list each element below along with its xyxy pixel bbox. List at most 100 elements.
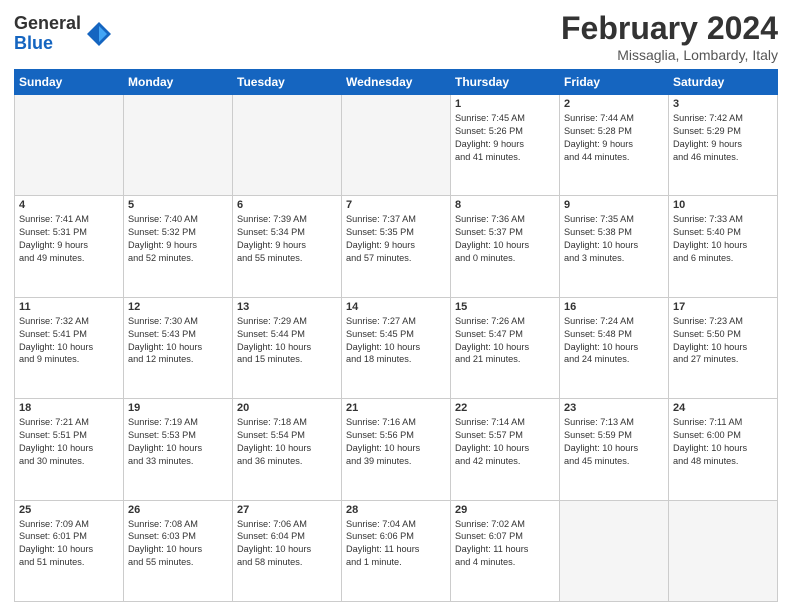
day-number: 28 bbox=[346, 504, 446, 516]
table-row bbox=[560, 500, 669, 601]
table-row: 28 Sunrise: 7:04 AM Sunset: 6:06 PM Dayli… bbox=[342, 500, 451, 601]
day-info: Sunrise: 7:21 AM Sunset: 5:51 PM Dayligh… bbox=[19, 416, 119, 468]
table-row: 2Sunrise: 7:44 AM Sunset: 5:28 PM Daylig… bbox=[560, 95, 669, 196]
calendar-table: Sunday Monday Tuesday Wednesday Thursday… bbox=[14, 69, 778, 602]
day-info: Sunrise: 7:23 AM Sunset: 5:50 PM Dayligh… bbox=[673, 315, 773, 367]
calendar-week-row: 25 Sunrise: 7:09 AM Sunset: 6:01 PM Dayli… bbox=[15, 500, 778, 601]
table-row: 24Sunrise: 7:11 AM Sunset: 6:00 PM Dayli… bbox=[669, 399, 778, 500]
day-info: Sunrise: 7:24 AM Sunset: 5:48 PM Dayligh… bbox=[564, 315, 664, 367]
day-info: Sunrise: 7:36 AM Sunset: 5:37 PM Dayligh… bbox=[455, 213, 555, 265]
title-block: February 2024 Missaglia, Lombardy, Italy bbox=[561, 10, 778, 63]
day-number: 17 bbox=[673, 301, 773, 313]
table-row: 6 Sunrise: 7:39 AM Sunset: 5:34 PM Daylig… bbox=[233, 196, 342, 297]
day-info: Sunrise: 7:37 AM Sunset: 5:35 PM Dayligh… bbox=[346, 213, 446, 265]
page: General Blue February 2024 Missaglia, Lo… bbox=[0, 0, 792, 612]
table-row: 17 Sunrise: 7:23 AM Sunset: 5:50 PM Dayli… bbox=[669, 297, 778, 398]
day-info: Sunrise: 7:09 AM Sunset: 6:01 PM Dayligh… bbox=[19, 518, 119, 570]
table-row: 14Sunrise: 7:27 AM Sunset: 5:45 PM Dayli… bbox=[342, 297, 451, 398]
day-number: 18 bbox=[19, 402, 119, 414]
col-sunday: Sunday bbox=[15, 70, 124, 95]
table-row bbox=[233, 95, 342, 196]
day-number: 27 bbox=[237, 504, 337, 516]
table-row: 11Sunrise: 7:32 AM Sunset: 5:41 PM Dayli… bbox=[15, 297, 124, 398]
table-row: 12 Sunrise: 7:30 AM Sunset: 5:43 PM Dayli… bbox=[124, 297, 233, 398]
table-row: 10 Sunrise: 7:33 AM Sunset: 5:40 PM Dayli… bbox=[669, 196, 778, 297]
calendar-header-row: Sunday Monday Tuesday Wednesday Thursday… bbox=[15, 70, 778, 95]
day-info: Sunrise: 7:08 AM Sunset: 6:03 PM Dayligh… bbox=[128, 518, 228, 570]
table-row: 19 Sunrise: 7:19 AM Sunset: 5:53 PM Dayli… bbox=[124, 399, 233, 500]
day-info: Sunrise: 7:14 AM Sunset: 5:57 PM Dayligh… bbox=[455, 416, 555, 468]
calendar-week-row: 4Sunrise: 7:41 AM Sunset: 5:31 PM Daylig… bbox=[15, 196, 778, 297]
day-number: 29 bbox=[455, 504, 555, 516]
day-info: Sunrise: 7:42 AM Sunset: 5:29 PM Dayligh… bbox=[673, 112, 773, 164]
day-info: Sunrise: 7:16 AM Sunset: 5:56 PM Dayligh… bbox=[346, 416, 446, 468]
table-row bbox=[15, 95, 124, 196]
table-row bbox=[124, 95, 233, 196]
day-info: Sunrise: 7:41 AM Sunset: 5:31 PM Dayligh… bbox=[19, 213, 119, 265]
table-row: 26 Sunrise: 7:08 AM Sunset: 6:03 PM Dayli… bbox=[124, 500, 233, 601]
day-number: 11 bbox=[19, 301, 119, 313]
table-row: 1 Sunrise: 7:45 AM Sunset: 5:26 PM Daylig… bbox=[451, 95, 560, 196]
location: Missaglia, Lombardy, Italy bbox=[561, 47, 778, 63]
table-row: 23 Sunrise: 7:13 AM Sunset: 5:59 PM Dayli… bbox=[560, 399, 669, 500]
calendar-week-row: 18 Sunrise: 7:21 AM Sunset: 5:51 PM Dayli… bbox=[15, 399, 778, 500]
col-friday: Friday bbox=[560, 70, 669, 95]
table-row: 7Sunrise: 7:37 AM Sunset: 5:35 PM Daylig… bbox=[342, 196, 451, 297]
day-info: Sunrise: 7:33 AM Sunset: 5:40 PM Dayligh… bbox=[673, 213, 773, 265]
table-row: 5 Sunrise: 7:40 AM Sunset: 5:32 PM Daylig… bbox=[124, 196, 233, 297]
table-row: 27 Sunrise: 7:06 AM Sunset: 6:04 PM Dayli… bbox=[233, 500, 342, 601]
logo-icon bbox=[85, 20, 113, 48]
day-number: 8 bbox=[455, 199, 555, 211]
day-info: Sunrise: 7:45 AM Sunset: 5:26 PM Dayligh… bbox=[455, 112, 555, 164]
day-number: 20 bbox=[237, 402, 337, 414]
table-row bbox=[669, 500, 778, 601]
day-number: 1 bbox=[455, 98, 555, 110]
month-title: February 2024 bbox=[561, 10, 778, 47]
table-row: 21Sunrise: 7:16 AM Sunset: 5:56 PM Dayli… bbox=[342, 399, 451, 500]
table-row: 8 Sunrise: 7:36 AM Sunset: 5:37 PM Daylig… bbox=[451, 196, 560, 297]
day-info: Sunrise: 7:26 AM Sunset: 5:47 PM Dayligh… bbox=[455, 315, 555, 367]
day-number: 16 bbox=[564, 301, 664, 313]
logo-blue: Blue bbox=[14, 34, 81, 54]
logo-general: General bbox=[14, 14, 81, 34]
table-row: 22Sunrise: 7:14 AM Sunset: 5:57 PM Dayli… bbox=[451, 399, 560, 500]
day-number: 25 bbox=[19, 504, 119, 516]
day-info: Sunrise: 7:11 AM Sunset: 6:00 PM Dayligh… bbox=[673, 416, 773, 468]
day-number: 9 bbox=[564, 199, 664, 211]
day-info: Sunrise: 7:06 AM Sunset: 6:04 PM Dayligh… bbox=[237, 518, 337, 570]
table-row: 13Sunrise: 7:29 AM Sunset: 5:44 PM Dayli… bbox=[233, 297, 342, 398]
day-info: Sunrise: 7:04 AM Sunset: 6:06 PM Dayligh… bbox=[346, 518, 446, 570]
table-row: 4Sunrise: 7:41 AM Sunset: 5:31 PM Daylig… bbox=[15, 196, 124, 297]
day-info: Sunrise: 7:35 AM Sunset: 5:38 PM Dayligh… bbox=[564, 213, 664, 265]
col-wednesday: Wednesday bbox=[342, 70, 451, 95]
day-info: Sunrise: 7:30 AM Sunset: 5:43 PM Dayligh… bbox=[128, 315, 228, 367]
table-row: 25 Sunrise: 7:09 AM Sunset: 6:01 PM Dayli… bbox=[15, 500, 124, 601]
day-number: 3 bbox=[673, 98, 773, 110]
day-info: Sunrise: 7:40 AM Sunset: 5:32 PM Dayligh… bbox=[128, 213, 228, 265]
table-row: 20 Sunrise: 7:18 AM Sunset: 5:54 PM Dayli… bbox=[233, 399, 342, 500]
table-row: 18 Sunrise: 7:21 AM Sunset: 5:51 PM Dayli… bbox=[15, 399, 124, 500]
day-number: 10 bbox=[673, 199, 773, 211]
day-info: Sunrise: 7:29 AM Sunset: 5:44 PM Dayligh… bbox=[237, 315, 337, 367]
day-number: 5 bbox=[128, 199, 228, 211]
day-number: 6 bbox=[237, 199, 337, 211]
day-info: Sunrise: 7:19 AM Sunset: 5:53 PM Dayligh… bbox=[128, 416, 228, 468]
day-number: 12 bbox=[128, 301, 228, 313]
table-row: 15 Sunrise: 7:26 AM Sunset: 5:47 PM Dayli… bbox=[451, 297, 560, 398]
day-number: 2 bbox=[564, 98, 664, 110]
table-row bbox=[342, 95, 451, 196]
day-number: 23 bbox=[564, 402, 664, 414]
calendar-week-row: 1 Sunrise: 7:45 AM Sunset: 5:26 PM Daylig… bbox=[15, 95, 778, 196]
col-monday: Monday bbox=[124, 70, 233, 95]
day-number: 26 bbox=[128, 504, 228, 516]
table-row: 3 Sunrise: 7:42 AM Sunset: 5:29 PM Daylig… bbox=[669, 95, 778, 196]
header: General Blue February 2024 Missaglia, Lo… bbox=[14, 10, 778, 63]
day-info: Sunrise: 7:39 AM Sunset: 5:34 PM Dayligh… bbox=[237, 213, 337, 265]
day-info: Sunrise: 7:13 AM Sunset: 5:59 PM Dayligh… bbox=[564, 416, 664, 468]
table-row: 29Sunrise: 7:02 AM Sunset: 6:07 PM Dayli… bbox=[451, 500, 560, 601]
col-saturday: Saturday bbox=[669, 70, 778, 95]
day-number: 19 bbox=[128, 402, 228, 414]
col-thursday: Thursday bbox=[451, 70, 560, 95]
day-number: 15 bbox=[455, 301, 555, 313]
day-info: Sunrise: 7:18 AM Sunset: 5:54 PM Dayligh… bbox=[237, 416, 337, 468]
